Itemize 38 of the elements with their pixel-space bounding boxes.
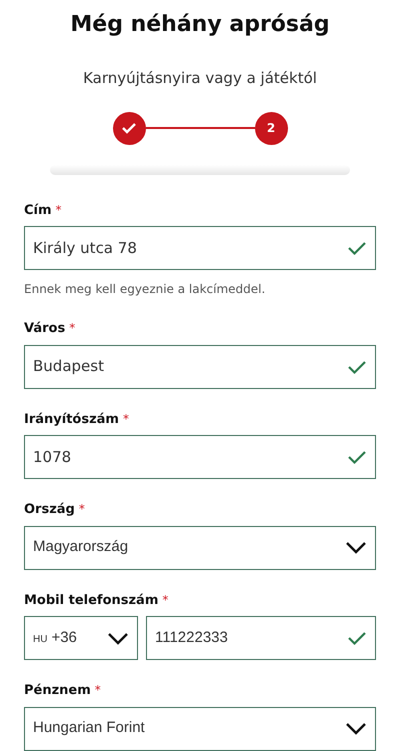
checkmark-icon xyxy=(347,630,367,646)
chevron-down-icon xyxy=(107,632,129,644)
dropdown-value: Hungarian Forint xyxy=(33,718,145,738)
checkmark-icon xyxy=(347,240,367,256)
subtitle: Karnyújtásnyira vagy a játéktól xyxy=(83,68,317,89)
country-code: HU +36 xyxy=(33,628,77,648)
field-label: Ország xyxy=(24,501,75,519)
required-asterisk: * xyxy=(78,501,85,518)
required-asterisk: * xyxy=(122,410,129,428)
field-value: Budapest xyxy=(33,356,104,378)
page-title: Még néhány apróság xyxy=(70,11,330,39)
field-label: Mobil telefonszám xyxy=(24,592,158,610)
required-asterisk: * xyxy=(94,682,101,699)
step-number: 2 xyxy=(254,112,288,144)
field-value: 1078 xyxy=(33,446,72,468)
field-hint: Ennek meg kell egyeznie a lakcímeddel. xyxy=(24,281,266,298)
field-label: Irányítószám xyxy=(24,410,119,428)
checkmark-icon xyxy=(347,358,367,374)
field-label: Pénznem xyxy=(24,682,91,700)
field-value: 111222333 xyxy=(155,628,228,648)
checkmark-icon xyxy=(121,122,137,134)
dropdown-value: Magyarország xyxy=(33,537,128,558)
required-asterisk: * xyxy=(56,202,62,218)
text-field[interactable]: Budapest xyxy=(24,344,376,388)
chevron-down-icon xyxy=(345,722,367,735)
required-asterisk: * xyxy=(69,320,76,337)
field-label: Város xyxy=(24,320,66,338)
dropdown[interactable]: Hungarian Forint xyxy=(24,706,376,750)
dropdown[interactable]: Magyarország xyxy=(24,526,376,570)
chevron-down-icon xyxy=(345,541,367,554)
required-asterisk: * xyxy=(162,592,168,608)
field-value: Király utca 78 xyxy=(33,238,137,259)
text-field[interactable]: 1078 xyxy=(24,435,376,479)
field-label: Cím xyxy=(24,202,52,220)
phone-field[interactable]: 111222333 xyxy=(146,616,376,660)
checkmark-icon xyxy=(347,449,367,465)
country-code-dropdown[interactable]: HU +36 xyxy=(24,616,138,660)
text-field[interactable]: Király utca 78 xyxy=(24,226,376,270)
